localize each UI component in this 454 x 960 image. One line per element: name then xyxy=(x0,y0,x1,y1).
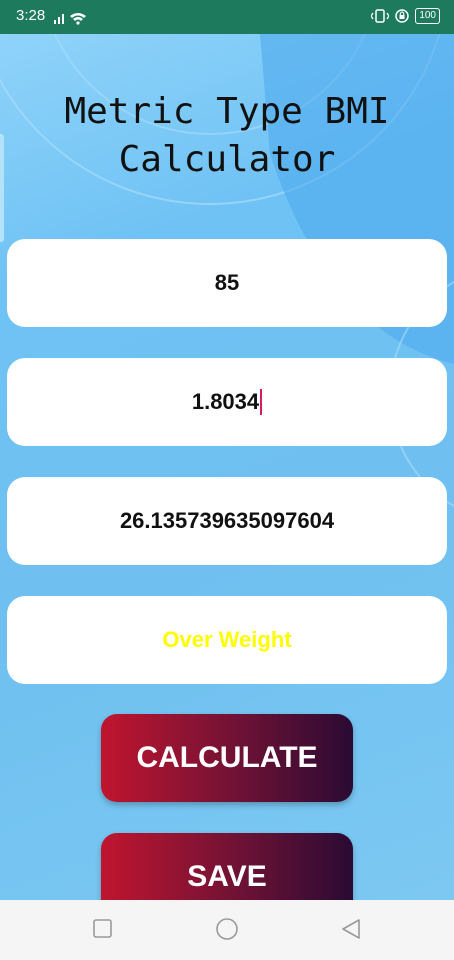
alarm-lock-icon xyxy=(395,9,410,23)
home-circle-icon xyxy=(216,918,238,940)
status-right-icons: 100 xyxy=(371,8,440,24)
bmi-result-field: 26.135739635097604 xyxy=(7,477,447,565)
save-button[interactable]: SAVE xyxy=(101,833,353,900)
recents-button[interactable] xyxy=(92,918,114,944)
height-value: 1.8034 xyxy=(191,389,260,414)
battery-indicator: 100 xyxy=(415,8,440,24)
height-input[interactable]: 1.8034 xyxy=(7,358,447,446)
text-cursor xyxy=(260,389,263,415)
app-screen: Metric Type BMI Calculator 85 1.8034 26.… xyxy=(0,34,454,900)
bmi-category-field: Over Weight xyxy=(7,596,447,684)
bmi-category: Over Weight xyxy=(162,627,292,652)
calculate-label: CALCULATE xyxy=(136,741,318,774)
weight-input[interactable]: 85 xyxy=(7,239,447,327)
status-time: 3:28 xyxy=(16,7,46,24)
back-button[interactable] xyxy=(340,918,362,946)
back-triangle-icon xyxy=(342,919,360,939)
weight-value: 85 xyxy=(214,270,240,295)
home-button[interactable] xyxy=(214,918,240,948)
navigation-bar xyxy=(0,900,454,960)
status-left-icons xyxy=(54,10,88,29)
page-title: Metric Type BMI Calculator xyxy=(64,91,390,180)
signal-wifi-icon xyxy=(54,13,86,25)
vibrate-icon xyxy=(371,9,390,23)
status-bar: 3:28 100 xyxy=(0,0,454,34)
bmi-value: 26.135739635097604 xyxy=(119,508,335,533)
recents-square-icon xyxy=(93,919,112,938)
save-label: SAVE xyxy=(187,860,267,893)
calculate-button[interactable]: CALCULATE xyxy=(101,714,353,802)
